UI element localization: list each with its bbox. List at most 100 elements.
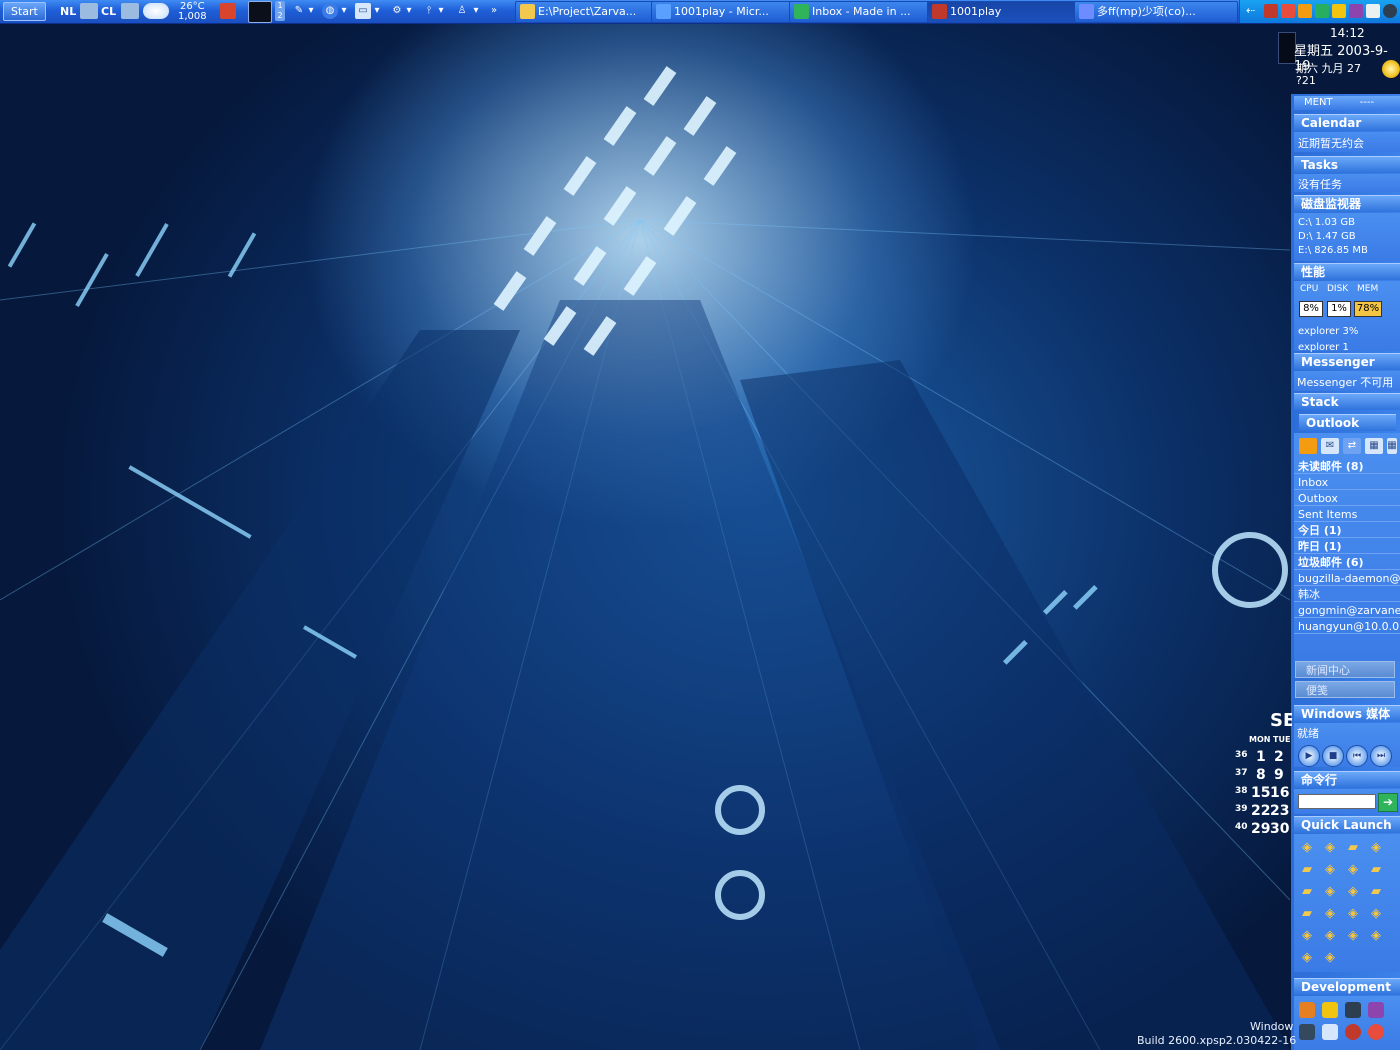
tray-collapse-icon[interactable]: ⇠ xyxy=(1246,4,1258,18)
shortcut-icon[interactable]: ◈ xyxy=(1299,928,1315,944)
mail-sender-item[interactable]: gongmin@zarvanet.c xyxy=(1294,603,1400,618)
folder-icon[interactable]: ▰ xyxy=(1368,862,1384,878)
cloud-weather-icon[interactable] xyxy=(143,3,169,19)
shortcut-icon[interactable]: ◈ xyxy=(1322,862,1338,878)
play-icon[interactable]: ▶ xyxy=(1298,745,1320,767)
tray-shield-icon[interactable] xyxy=(1281,4,1295,18)
shortcut-icon[interactable]: ◈ xyxy=(1299,840,1315,856)
mail-junk[interactable]: 垃圾邮件 (6) xyxy=(1294,555,1400,570)
network-globe-icon[interactable]: ◍ xyxy=(322,3,338,19)
cl-label[interactable]: CL xyxy=(101,0,116,23)
dev-tool-icon[interactable] xyxy=(1368,1024,1384,1040)
shortcut-icon[interactable]: ◈ xyxy=(1368,928,1384,944)
shortcut-icon[interactable]: ◈ xyxy=(1368,840,1384,856)
dev-tool-icon[interactable] xyxy=(1322,1002,1338,1018)
app-launcher-icon[interactable] xyxy=(220,3,236,19)
dev-tool-icon[interactable] xyxy=(1322,1024,1338,1040)
task-button-inbox[interactable]: Inbox - Made in ... xyxy=(789,1,947,23)
mail-sender-item[interactable]: bugzilla-daemon@loc xyxy=(1294,571,1400,586)
mail-sender-item[interactable]: 韩冰 xyxy=(1294,587,1400,602)
shortcut-icon[interactable]: ◈ xyxy=(1345,906,1361,922)
mail-sent-items[interactable]: Sent Items xyxy=(1294,507,1400,522)
folder-icon[interactable]: ▰ xyxy=(1299,906,1315,922)
shortcut-icon[interactable]: ◈ xyxy=(1345,862,1361,878)
outlook-tile-title[interactable]: Outlook xyxy=(1299,414,1396,431)
calendar-tile-title[interactable]: Calendar xyxy=(1294,114,1400,131)
more-icon[interactable]: ▦ xyxy=(1387,438,1397,454)
desktop-pager-icon[interactable]: 12 xyxy=(275,1,285,21)
media-player-title[interactable]: Windows 媒体播放 xyxy=(1294,705,1400,738)
dev-tool-icon[interactable] xyxy=(1299,1002,1315,1018)
shortcut-icon[interactable]: ◈ xyxy=(1345,884,1361,900)
previous-track-icon[interactable]: ⏮ xyxy=(1346,745,1368,767)
send-receive-icon[interactable]: ⇄ xyxy=(1343,438,1361,454)
messenger-tile-title[interactable]: Messenger xyxy=(1294,353,1400,370)
layout-toggle-icon[interactable] xyxy=(121,3,139,19)
next-track-icon[interactable]: ⏭ xyxy=(1370,745,1392,767)
chevron-down-icon[interactable]: ▾ xyxy=(340,3,348,19)
mail-yesterday[interactable]: 昨日 (1) xyxy=(1294,539,1400,554)
tray-chat-icon[interactable] xyxy=(1315,4,1329,18)
tool-icon[interactable]: ⚙ xyxy=(389,3,405,19)
weather-readout[interactable]: 26°C 1,008 xyxy=(178,2,207,22)
calendar-grid-icon[interactable]: ▦ xyxy=(1365,438,1383,454)
folder-icon[interactable]: ▰ xyxy=(1299,884,1315,900)
dev-tool-icon[interactable] xyxy=(1368,1002,1384,1018)
task-button-network[interactable]: 多ff(mp)少项(co)... xyxy=(1074,1,1238,23)
mail-unread[interactable]: 未读邮件 (8) xyxy=(1294,459,1400,474)
chevron-down-icon[interactable]: ▾ xyxy=(373,3,381,19)
new-mail-icon[interactable]: ✉ xyxy=(1321,438,1339,454)
msdn-icon[interactable] xyxy=(1345,1024,1361,1040)
nl-label[interactable]: NL xyxy=(60,0,76,23)
task-button-1001play[interactable]: 1001play xyxy=(927,1,1094,23)
folder-icon[interactable]: ▰ xyxy=(1299,862,1315,878)
chevron-down-icon[interactable]: ▾ xyxy=(405,3,413,19)
folder-icon[interactable]: ▰ xyxy=(1368,884,1384,900)
dev-tool-icon[interactable] xyxy=(1345,1002,1361,1018)
notes-button[interactable]: 便笺 xyxy=(1295,681,1395,698)
shortcut-icon[interactable]: ◈ xyxy=(1322,950,1338,966)
disk-monitor-title[interactable]: 磁盘监视器 xyxy=(1294,195,1400,212)
mail-inbox[interactable]: Inbox xyxy=(1294,475,1400,490)
command-line-title[interactable]: 命令行 xyxy=(1294,771,1400,788)
news-center-button[interactable]: 新闻中心 xyxy=(1295,661,1395,678)
task-button-messenger[interactable]: 1001play - Micr... xyxy=(651,1,809,23)
chevron-down-icon[interactable]: ▾ xyxy=(472,3,480,19)
dev-tool-icon[interactable] xyxy=(1299,1024,1315,1040)
pin-icon[interactable]: ⫯ xyxy=(421,3,437,19)
tray-user-icon[interactable] xyxy=(1366,4,1380,18)
shortcut-icon[interactable]: ◈ xyxy=(1322,906,1338,922)
mail-outbox[interactable]: Outbox xyxy=(1294,491,1400,506)
task-button-explorer[interactable]: E:\Project\Zarva... xyxy=(515,1,671,23)
keyboard-layout-icon[interactable] xyxy=(80,3,98,19)
chevron-down-icon[interactable]: ▾ xyxy=(437,3,445,19)
shortcut-icon[interactable]: ◈ xyxy=(1299,950,1315,966)
pen-tool-icon[interactable]: ✎ xyxy=(291,3,307,19)
tasks-tile-title[interactable]: Tasks xyxy=(1294,156,1400,173)
quick-launch-title[interactable]: Quick Launch xyxy=(1294,816,1400,833)
dev-tools-title[interactable]: Development too xyxy=(1294,978,1400,1011)
shortcut-icon[interactable]: ◈ xyxy=(1322,884,1338,900)
tray-home-icon[interactable] xyxy=(1298,4,1312,18)
mail-sender-item[interactable]: huangyun@10.0.0.2 xyxy=(1294,619,1400,634)
stack-tile-title[interactable]: Stack xyxy=(1294,393,1400,410)
shortcut-icon[interactable]: ◈ xyxy=(1368,906,1384,922)
chevron-down-icon[interactable]: ▾ xyxy=(307,3,315,19)
command-go-button[interactable]: ➔ xyxy=(1378,793,1398,812)
tray-app-icon[interactable] xyxy=(1264,4,1278,18)
clock-widget[interactable]: 14:12 星期五 2003-9-19 期六 九月 27 ?21 xyxy=(1278,26,1400,94)
stop-icon[interactable]: ■ xyxy=(1322,745,1344,767)
tray-power-icon[interactable] xyxy=(1383,4,1397,18)
tray-star-icon[interactable] xyxy=(1332,4,1346,18)
performance-title[interactable]: 性能 xyxy=(1294,263,1400,280)
more-chevron-icon[interactable]: » xyxy=(486,3,502,19)
cpu-monitor-icon[interactable] xyxy=(248,1,272,23)
window-list-icon[interactable]: ▭ xyxy=(355,3,371,19)
mail-today[interactable]: 今日 (1) xyxy=(1294,523,1400,538)
command-input[interactable] xyxy=(1298,794,1376,809)
shortcut-icon[interactable]: ◈ xyxy=(1322,840,1338,856)
shortcut-icon[interactable]: ◈ xyxy=(1322,928,1338,944)
tray-network-icon[interactable] xyxy=(1349,4,1363,18)
outlook-today-icon[interactable] xyxy=(1299,438,1317,454)
start-button[interactable]: Start xyxy=(3,2,46,21)
